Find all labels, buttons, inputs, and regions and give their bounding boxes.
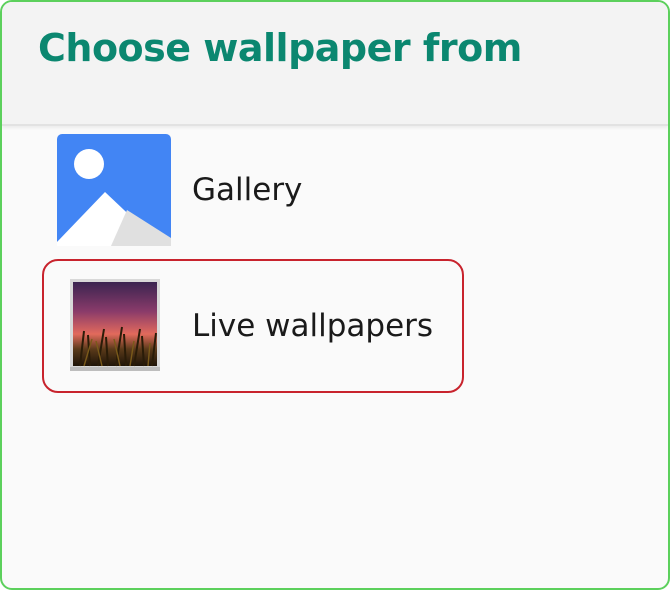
- choose-wallpaper-dialog: Choose wallpaper from Gallery Live wallp…: [0, 0, 670, 590]
- option-gallery[interactable]: Gallery: [42, 128, 466, 260]
- dialog-header: Choose wallpaper from: [2, 2, 668, 126]
- gallery-icon: [57, 134, 171, 246]
- option-live-wallpapers-label: Live wallpapers: [192, 308, 434, 344]
- live-wallpapers-icon: [70, 279, 160, 371]
- dialog-title: Choose wallpaper from: [38, 26, 522, 70]
- option-live-wallpapers[interactable]: Live wallpapers: [42, 259, 464, 393]
- option-gallery-label: Gallery: [192, 172, 303, 208]
